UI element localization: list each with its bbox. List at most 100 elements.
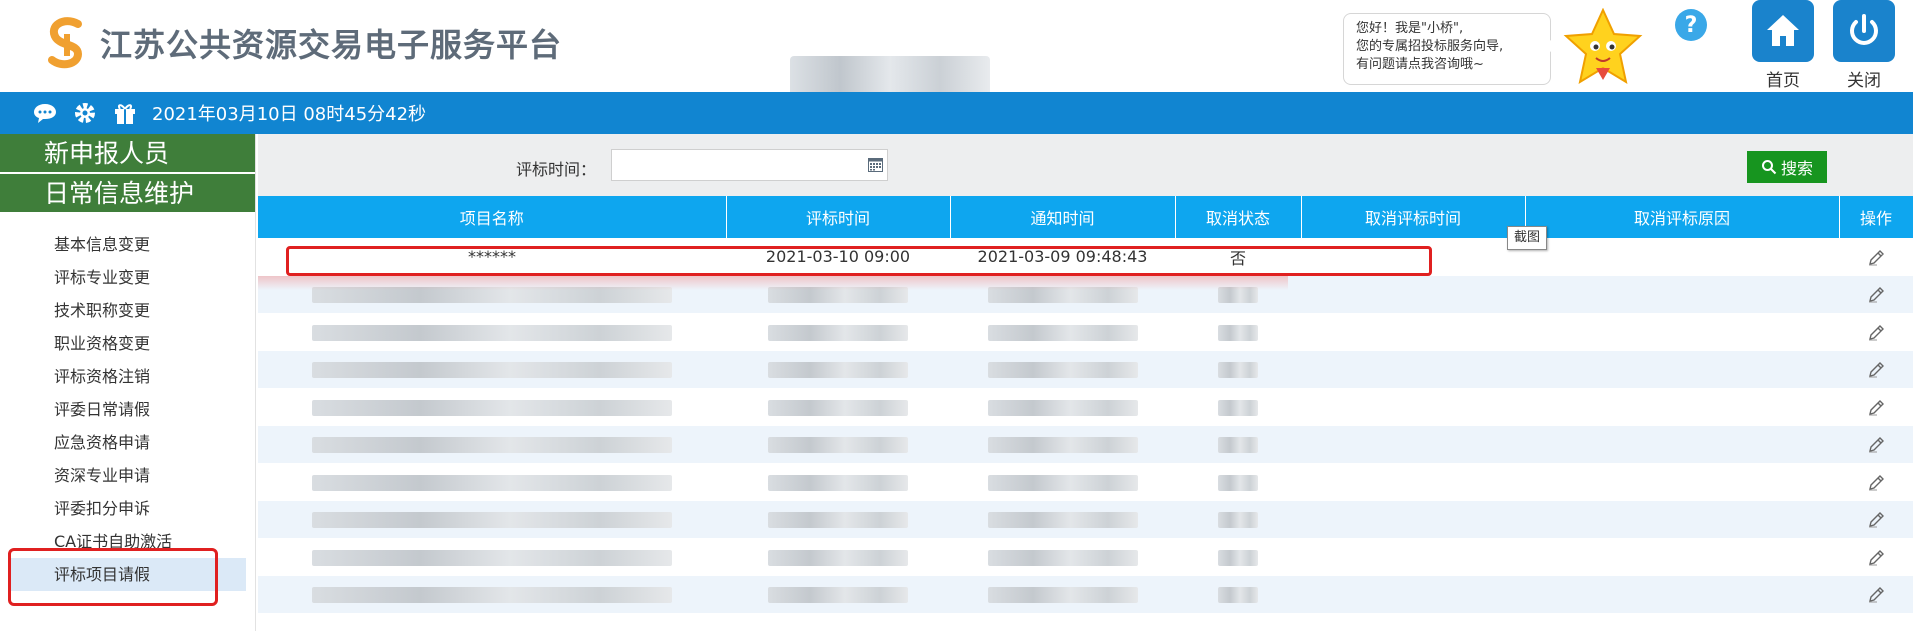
edit-icon[interactable] [1867,549,1885,567]
sidebar-item-senior-specialty[interactable]: 资深专业申请 [0,459,246,492]
sidebar-item-basic-info[interactable]: 基本信息变更 [0,228,246,261]
redacted-cell [1301,313,1525,351]
column-header: 取消状态 [1175,196,1302,238]
sidebar-item-daily-leave[interactable]: 评委日常请假 [0,393,246,426]
edit-icon[interactable] [1867,324,1885,342]
sidebar-menu: 基本信息变更 评标专业变更 技术职称变更 职业资格变更 评标资格注销 评委日常请… [0,228,255,591]
table-row[interactable] [258,500,1913,539]
blurred-text [312,587,672,604]
blurred-text [987,474,1138,491]
redacted-cell [950,351,1175,389]
close-button[interactable]: 关闭 [1833,0,1895,91]
gear-icon[interactable] [72,100,98,126]
sidebar-item-emergency[interactable]: 应急资格申请 [0,426,246,459]
table-row[interactable] [258,575,1913,614]
search-icon [1761,160,1777,175]
edit-icon[interactable] [1867,249,1885,267]
logo: 江苏公共资源交易电子服务平台 [44,16,562,70]
edit-icon[interactable] [1867,436,1885,454]
redacted-cell [1175,501,1301,539]
redacted-cell [1175,351,1301,389]
table-row[interactable] [258,350,1913,389]
redacted-cell [726,538,950,576]
action-cell [1839,276,1913,314]
blurred-text [1218,362,1258,379]
blurred-text [1218,399,1258,416]
sidebar-item-title-change[interactable]: 技术职称变更 [0,294,246,327]
blurred-text [987,437,1138,454]
blurred-text [1218,512,1258,529]
blurred-text [987,549,1138,566]
close-label: 关闭 [1847,71,1881,91]
redacted-cell [950,501,1175,539]
screenshot-tooltip: 截图 [1507,226,1547,250]
column-header: 取消评标原因 [1525,196,1840,238]
edit-icon[interactable] [1867,361,1885,379]
edit-icon[interactable] [1867,286,1885,304]
chat-icon[interactable] [32,100,58,126]
action-cell [1839,351,1913,389]
mascot-icon[interactable] [1562,8,1644,88]
redacted-cell [1525,313,1839,351]
table-row[interactable] [258,538,1913,576]
blurred-text [312,549,672,566]
assistant-bubble[interactable]: 您好！我是"小桥", 您的专属招投标服务向导, 有问题请点我咨询哦~ [1343,13,1558,85]
sidebar-item-qualification-cancel[interactable]: 评标资格注销 [0,360,246,393]
status-bar: 2021年03月10日 08时45分42秒 [0,92,1913,134]
blurred-text [312,512,672,529]
redacted-cell [258,538,726,576]
table-row[interactable] [258,425,1913,464]
eval-time-input[interactable] [611,149,888,181]
redacted-cell [950,313,1175,351]
gift-icon[interactable] [112,100,138,126]
redacted-cell [1301,388,1525,426]
home-icon [1767,15,1799,46]
search-button[interactable]: 搜索 [1747,151,1827,183]
calendar-icon[interactable] [868,157,883,172]
edit-icon[interactable] [1867,511,1885,529]
redacted-cell [1301,576,1525,614]
redacted-cell [1175,388,1301,426]
blurred-rows [258,275,1913,614]
edit-icon[interactable] [1867,474,1885,492]
sidebar-header-daily-info[interactable]: 日常信息维护 [0,174,255,214]
redacted-cell [258,351,726,389]
sidebar-header-new-applicant[interactable]: 新申报人员 [0,134,255,174]
redacted-cell [726,313,950,351]
column-header: 操作 [1839,196,1913,238]
blurred-text [987,324,1138,341]
redacted-cell [950,576,1175,614]
sidebar-item-qualification-change[interactable]: 职业资格变更 [0,327,246,360]
redacted-cell [1525,576,1839,614]
blurred-text [768,399,908,416]
blurred-text [768,324,908,341]
action-cell [1839,238,1913,276]
current-datetime: 2021年03月10日 08时45分42秒 [152,104,427,125]
sidebar-item-specialty-change[interactable]: 评标专业变更 [0,261,246,294]
table-row[interactable] [258,463,1913,501]
redacted-cell [1175,463,1301,501]
home-button[interactable]: 首页 [1752,0,1814,91]
svg-text:?: ? [1685,13,1698,38]
redacted-cell [1525,463,1839,501]
table-row[interactable] [258,313,1913,351]
redacted-cell [726,426,950,464]
redacted-cell [726,388,950,426]
help-icon[interactable]: ? [1672,6,1710,44]
highlight-box-row [286,246,1432,276]
redacted-cell [1301,426,1525,464]
table-row[interactable] [258,388,1913,426]
edit-icon[interactable] [1867,399,1885,417]
column-header: 通知时间 [950,196,1176,238]
edit-icon[interactable] [1867,586,1885,604]
blurred-text [768,474,908,491]
search-bar: 评标时间： 搜索 [258,134,1913,196]
blurred-text [987,512,1138,529]
logo-mark-icon [48,17,83,69]
cancel-reason-cell [1525,238,1839,276]
action-cell [1839,576,1913,614]
search-label: 评标时间： [516,160,597,179]
sidebar-item-deduction-appeal[interactable]: 评委扣分申诉 [0,492,246,525]
app-title: 江苏公共资源交易电子服务平台 [100,26,563,64]
blurred-text [312,474,672,491]
